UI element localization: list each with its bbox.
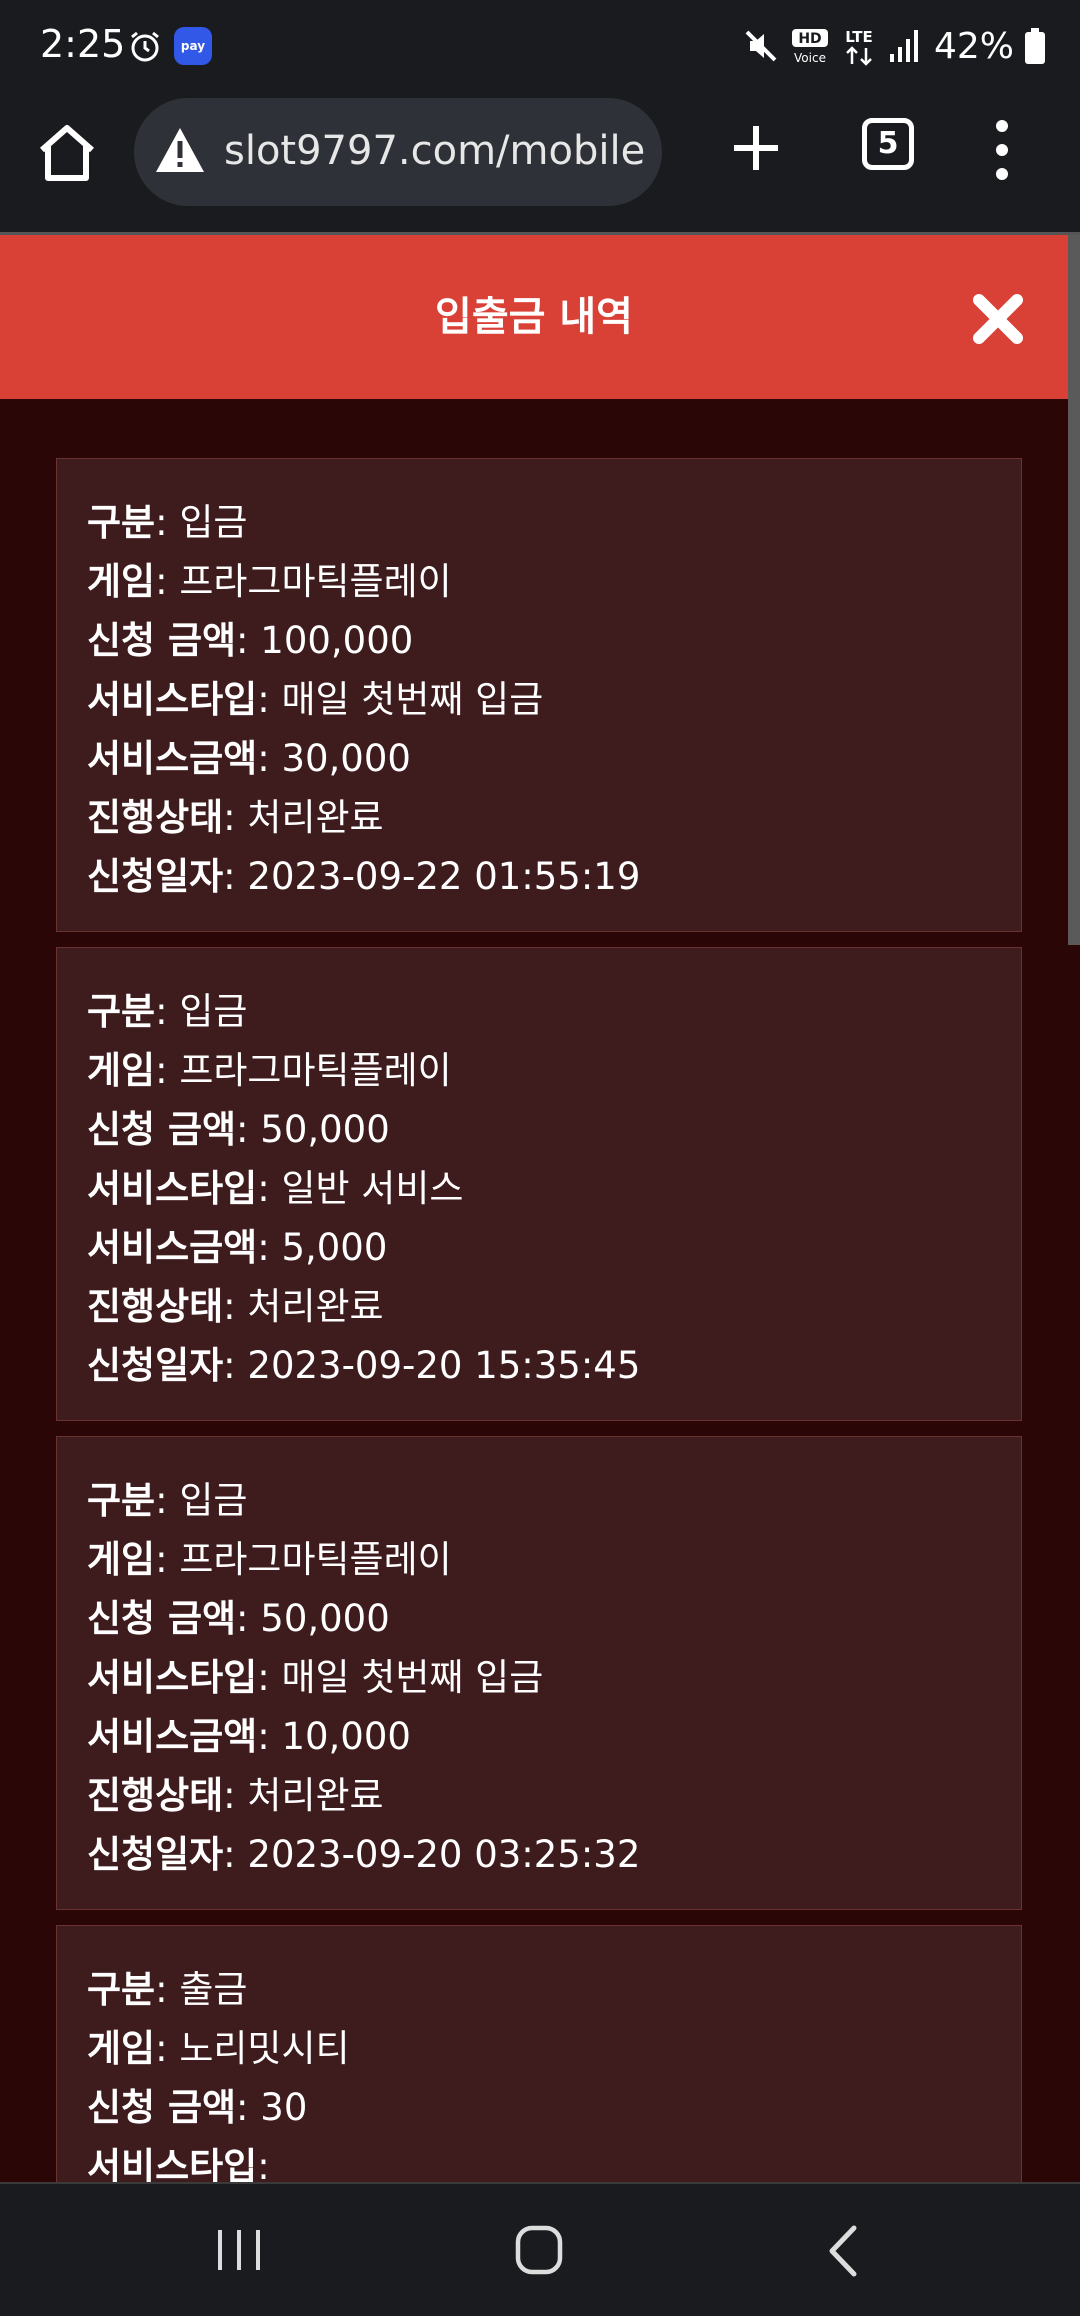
amount-row: 신청 금액: 30: [87, 2086, 308, 2129]
service-amount-row: 서비스금액: 30,000: [87, 737, 411, 780]
page-viewport[interactable]: 입출금 내역 구분: 입금 게임: 프라그마틱플레이 신청 금액: 100,00…: [0, 235, 1080, 2182]
service-amount-row: 서비스금액: 10,000: [87, 1715, 411, 1758]
service-type-row: 서비스타입:: [87, 2145, 270, 2182]
tabs-icon[interactable]: 5: [862, 118, 914, 170]
type-row: 구분: 입금: [87, 501, 248, 544]
plus-icon[interactable]: [728, 120, 784, 176]
modal-title: 입출금 내역: [435, 294, 633, 340]
transaction-card: 구분: 입금 게임: 프라그마틱플레이 신청 금액: 50,000 서비스타입:…: [56, 1436, 1022, 1910]
signal-icon: [889, 30, 918, 62]
status-row: 진행상태: 처리완료: [87, 796, 384, 839]
status-time: 2:25: [40, 22, 126, 66]
game-row: 게임: 노리밋시티: [87, 2027, 350, 2070]
battery-percent: 42%: [933, 25, 1014, 67]
game-row: 게임: 프라그마틱플레이: [87, 1049, 452, 1092]
recents-icon[interactable]: [214, 2226, 264, 2274]
service-type-row: 서비스타입: 매일 첫번째 입금: [87, 1656, 544, 1699]
service-amount-value: 30,000: [281, 737, 411, 780]
url-text[interactable]: slot9797.com/mobile: [224, 128, 654, 174]
service-amount-value: 5,000: [281, 1226, 388, 1269]
transaction-card: 구분: 입금 게임: 프라그마틱플레이 신청 금액: 50,000 서비스타입:…: [56, 947, 1022, 1421]
amount-row: 신청 금액: 50,000: [87, 1597, 390, 1640]
svg-text:HD: HD: [798, 31, 821, 47]
scroll-thumb[interactable]: [1068, 235, 1080, 945]
amount-value: 50,000: [260, 1108, 390, 1151]
status-row: 진행상태: 처리완료: [87, 1285, 384, 1328]
game-row: 게임: 프라그마틱플레이: [87, 560, 452, 603]
amount-value: 30: [260, 2086, 308, 2129]
status-row: 진행상태: 처리완료: [87, 1774, 384, 1817]
svg-text:Voice: Voice: [794, 51, 826, 65]
amount-row: 신청 금액: 50,000: [87, 1108, 390, 1151]
date-row: 신청일자: 2023-09-22 01:55:19: [87, 855, 641, 898]
service-amount-row: 서비스금액: 5,000: [87, 1226, 388, 1269]
service-type-value: 매일 첫번째 입금: [281, 678, 544, 721]
pay-icon: pay: [174, 27, 212, 65]
game-row: 게임: 프라그마틱플레이: [87, 1538, 452, 1581]
type-value: 입금: [179, 1479, 248, 1522]
type-value: 입금: [179, 501, 248, 544]
home-icon[interactable]: [34, 120, 100, 186]
service-type-row: 서비스타입: 매일 첫번째 입금: [87, 678, 544, 721]
more-vert-icon[interactable]: [984, 118, 1020, 182]
browser-toolbar: slot9797.com/mobile 5: [0, 92, 1080, 234]
status-value: 처리완료: [247, 1774, 384, 1817]
status-bar: 2:25 pay HD Voice LTE 42%: [0, 0, 1080, 92]
transaction-card: 구분: 입금 게임: 프라그마틱플레이 신청 금액: 100,000 서비스타입…: [56, 458, 1022, 932]
type-row: 구분: 입금: [87, 990, 248, 1033]
amount-value: 50,000: [260, 1597, 390, 1640]
service-amount-value: 10,000: [281, 1715, 411, 1758]
url-bar[interactable]: slot9797.com/mobile: [134, 98, 662, 206]
scrollbar[interactable]: [1068, 235, 1080, 2182]
warning-icon[interactable]: [154, 126, 206, 174]
home-nav-icon[interactable]: [514, 2224, 564, 2276]
type-value: 입금: [179, 990, 248, 1033]
alarm-icon: [131, 31, 159, 62]
game-value: 프라그마틱플레이: [179, 1049, 452, 1092]
svg-text:LTE: LTE: [845, 28, 873, 46]
transaction-card: 구분: 출금 게임: 노리밋시티 신청 금액: 30 서비스타입:: [56, 1925, 1022, 2182]
game-value: 프라그마틱플레이: [179, 1538, 452, 1581]
status-icons: HD Voice LTE 42%: [742, 24, 1046, 68]
date-value: 2023-09-20 03:25:32: [247, 1833, 641, 1876]
nav-bar: [0, 2182, 1080, 2316]
amount-value: 100,000: [260, 619, 414, 662]
lte-icon: LTE: [845, 28, 873, 66]
hd-voice-icon: HD Voice: [791, 29, 828, 65]
type-row: 구분: 출금: [87, 1968, 248, 2011]
modal-header: 입출금 내역: [0, 235, 1068, 399]
amount-row: 신청 금액: 100,000: [87, 619, 414, 662]
game-value: 노리밋시티: [179, 2027, 350, 2070]
type-value: 출금: [179, 1968, 248, 2011]
date-row: 신청일자: 2023-09-20 03:25:32: [87, 1833, 641, 1876]
service-type-row: 서비스타입: 일반 서비스: [87, 1167, 464, 1210]
back-icon[interactable]: [826, 2224, 860, 2278]
transaction-list: 구분: 입금 게임: 프라그마틱플레이 신청 금액: 100,000 서비스타입…: [56, 458, 1022, 2182]
date-value: 2023-09-20 15:35:45: [247, 1344, 641, 1387]
service-type-value: 매일 첫번째 입금: [281, 1656, 544, 1699]
type-row: 구분: 입금: [87, 1479, 248, 1522]
close-icon[interactable]: [970, 291, 1026, 347]
mute-icon: [745, 30, 777, 62]
status-value: 처리완료: [247, 1285, 384, 1328]
battery-icon: [1025, 28, 1045, 64]
service-type-value: 일반 서비스: [281, 1167, 464, 1210]
game-value: 프라그마틱플레이: [179, 560, 452, 603]
date-value: 2023-09-22 01:55:19: [247, 855, 641, 898]
status-value: 처리완료: [247, 796, 384, 839]
date-row: 신청일자: 2023-09-20 15:35:45: [87, 1344, 641, 1387]
